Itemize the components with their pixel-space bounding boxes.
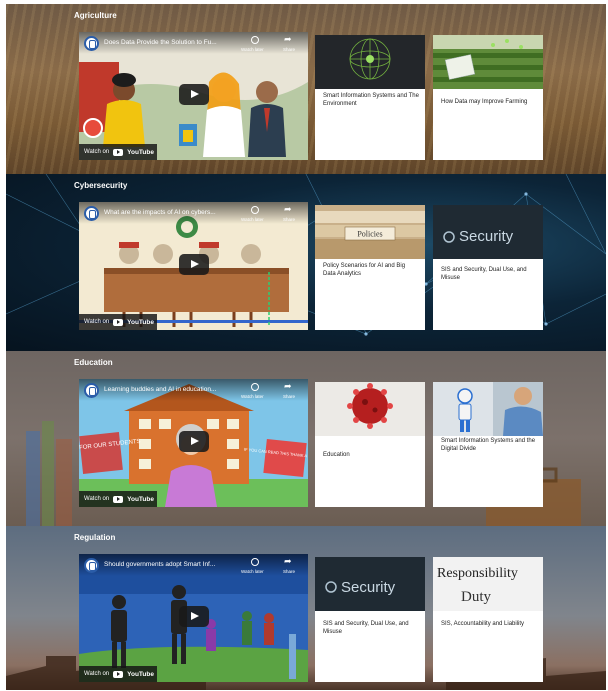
watch-on-youtube-button[interactable]: Watch on YouTube (79, 491, 157, 507)
channel-logo-icon[interactable] (84, 36, 99, 51)
play-button[interactable] (179, 606, 209, 627)
card-label: How Data may Improve Farming (441, 99, 528, 105)
youtube-logo-icon (113, 148, 124, 156)
section-education: Education STRIKE FOR OUR STUDENTS IF YO (6, 351, 606, 526)
watch-later-label[interactable]: Watch later (241, 217, 264, 222)
youtube-brand: YouTube (127, 495, 154, 503)
section-regulation: Regulation Should governments adopt Smar… (6, 526, 606, 690)
card-thumbnail (433, 382, 543, 436)
watch-later-icon[interactable] (251, 206, 259, 214)
section-agriculture: Agriculture Does Data Provide the Soluti… (6, 4, 606, 174)
share-label[interactable]: Share (283, 47, 295, 52)
section-cybersecurity: Cybersecurity What are the impacts of AI… (6, 174, 606, 351)
card-thumb-text: Responsibility (437, 566, 518, 581)
card-thumbnail: Security (433, 205, 543, 259)
card-thumbnail (433, 35, 543, 89)
youtube-brand: YouTube (127, 318, 154, 326)
card-label: SIS and Security, Dual Use, and Misuse (323, 621, 409, 635)
video-title[interactable]: Does Data Provide the Solution to Fu... (104, 39, 242, 46)
card-thumbnail: Responsibility Duty (433, 557, 543, 611)
video-embed[interactable]: What are the impacts of AI on cybers... … (79, 202, 308, 330)
youtube-brand: YouTube (127, 670, 154, 678)
card-label: Smart Information Systems and the Digita… (441, 438, 536, 452)
youtube-logo-icon (113, 318, 124, 326)
youtube-logo-icon (113, 495, 124, 503)
card-thumb-text: Security (341, 579, 396, 596)
card-label: Smart Information Systems and The Enviro… (323, 93, 419, 107)
article-card[interactable]: Smart Information Systems and the Digita… (433, 382, 543, 507)
article-card[interactable]: Responsibility Duty SIS, Accountability … (433, 557, 543, 682)
video-embed[interactable]: Does Data Provide the Solution to Fu... … (79, 32, 308, 160)
article-card[interactable]: Smart Information Systems and The Enviro… (315, 35, 425, 160)
card-label: SIS and Security, Dual Use, and Misuse (441, 267, 527, 281)
video-title[interactable]: What are the impacts of AI on cybers... (104, 209, 242, 216)
card-thumb-text: Duty (461, 589, 492, 605)
video-title[interactable]: Learning buddies and AI in education... (104, 386, 242, 393)
card-thumbnail (315, 35, 425, 89)
watch-later-icon[interactable] (251, 558, 259, 566)
share-label[interactable]: Share (283, 394, 295, 399)
page: Agriculture Does Data Provide the Soluti… (6, 4, 606, 690)
share-icon[interactable]: ➦ (284, 204, 292, 214)
share-icon[interactable]: ➦ (284, 34, 292, 44)
card-label: SIS, Accountability and Liability (441, 621, 525, 627)
video-embed[interactable]: STRIKE FOR OUR STUDENTS IF YOU CAN READ … (79, 379, 308, 507)
watch-on-youtube-button[interactable]: Watch on YouTube (79, 314, 157, 330)
watch-on-label: Watch on (84, 319, 110, 325)
card-thumb-text: Security (459, 228, 514, 245)
channel-logo-icon[interactable] (84, 558, 99, 573)
watch-on-youtube-button[interactable]: Watch on YouTube (79, 666, 157, 682)
watch-on-label: Watch on (84, 496, 110, 502)
play-button[interactable] (179, 431, 209, 452)
article-card[interactable]: How Data may Improve Farming (433, 35, 543, 160)
article-card[interactable]: Security SIS and Security, Dual Use, and… (315, 557, 425, 682)
watch-later-label[interactable]: Watch later (241, 394, 264, 399)
card-thumbnail (315, 382, 425, 436)
play-button[interactable] (179, 254, 209, 275)
section-title: Regulation (74, 533, 116, 542)
youtube-logo-icon (113, 670, 124, 678)
play-button[interactable] (179, 84, 209, 105)
watch-later-icon[interactable] (251, 383, 259, 391)
share-icon[interactable]: ➦ (284, 381, 292, 391)
card-thumb-text: Policies (357, 230, 382, 239)
article-card[interactable]: Security SIS and Security, Dual Use, and… (433, 205, 543, 330)
share-label[interactable]: Share (283, 569, 295, 574)
section-title: Agriculture (74, 11, 117, 20)
card-label: Education (323, 452, 350, 458)
card-thumbnail: Security (315, 557, 425, 611)
watch-later-label[interactable]: Watch later (241, 47, 264, 52)
youtube-brand: YouTube (127, 148, 154, 156)
article-card[interactable]: Education (315, 382, 425, 507)
card-thumbnail: Policies (315, 205, 425, 259)
channel-logo-icon[interactable] (84, 383, 99, 398)
video-title[interactable]: Should governments adopt Smart Inf... (104, 561, 242, 568)
section-title: Cybersecurity (74, 181, 128, 190)
watch-later-icon[interactable] (251, 36, 259, 44)
section-title: Education (74, 358, 113, 367)
watch-on-label: Watch on (84, 671, 110, 677)
channel-logo-icon[interactable] (84, 206, 99, 221)
article-card[interactable]: Policies Policy Scenarios for AI and Big… (315, 205, 425, 330)
card-label: Policy Scenarios for AI and Big Data Ana… (323, 263, 406, 277)
watch-on-label: Watch on (84, 149, 110, 155)
watch-later-label[interactable]: Watch later (241, 569, 264, 574)
watch-on-youtube-button[interactable]: Watch on YouTube (79, 144, 157, 160)
video-embed[interactable]: Should governments adopt Smart Inf... ➦ … (79, 554, 308, 682)
share-label[interactable]: Share (283, 217, 295, 222)
share-icon[interactable]: ➦ (284, 556, 292, 566)
